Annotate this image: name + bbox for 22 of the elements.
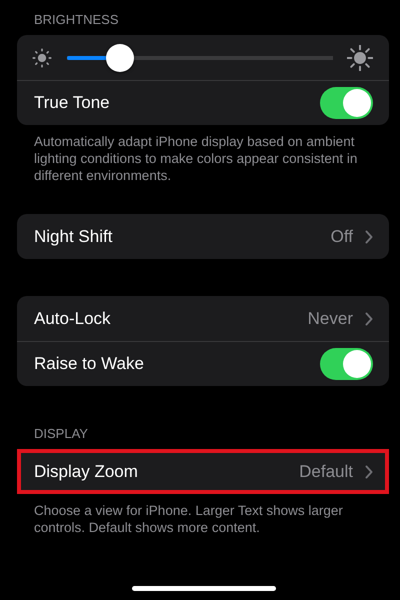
section-footer: Automatically adapt iPhone display based on ambient lighting conditions to make colors appear consistent in different environments.: [17, 125, 389, 184]
toggle-switch[interactable]: [320, 348, 373, 380]
section-header: DISPLAY: [33, 426, 89, 441]
settings-row[interactable]: Auto-Lock Never: [17, 296, 389, 341]
row-label: Night Shift: [34, 226, 114, 246]
sun-icon: [31, 46, 53, 68]
row-value: Never: [308, 308, 353, 328]
chevron-icon: [365, 312, 373, 326]
row-label: True Tone: [34, 93, 111, 113]
row-value: Off: [330, 226, 353, 246]
sun-icon: [347, 44, 373, 70]
chevron-icon: [365, 464, 373, 478]
row-value: Default: [299, 462, 353, 482]
section-header: BRIGHTNESS: [33, 12, 120, 27]
chevron-icon: [365, 230, 373, 244]
section-footer: Choose a view for iPhone. Larger Text shows larger controls. Default shows more content.: [17, 494, 389, 536]
toggle-switch[interactable]: [320, 87, 373, 119]
row-label: Auto-Lock: [34, 308, 112, 328]
settings-row[interactable]: Display Zoom Default: [17, 449, 389, 494]
row-label: Display Zoom: [34, 462, 139, 482]
row-label: Raise to Wake: [34, 354, 145, 374]
settings-row[interactable]: Night Shift Off: [17, 214, 389, 259]
